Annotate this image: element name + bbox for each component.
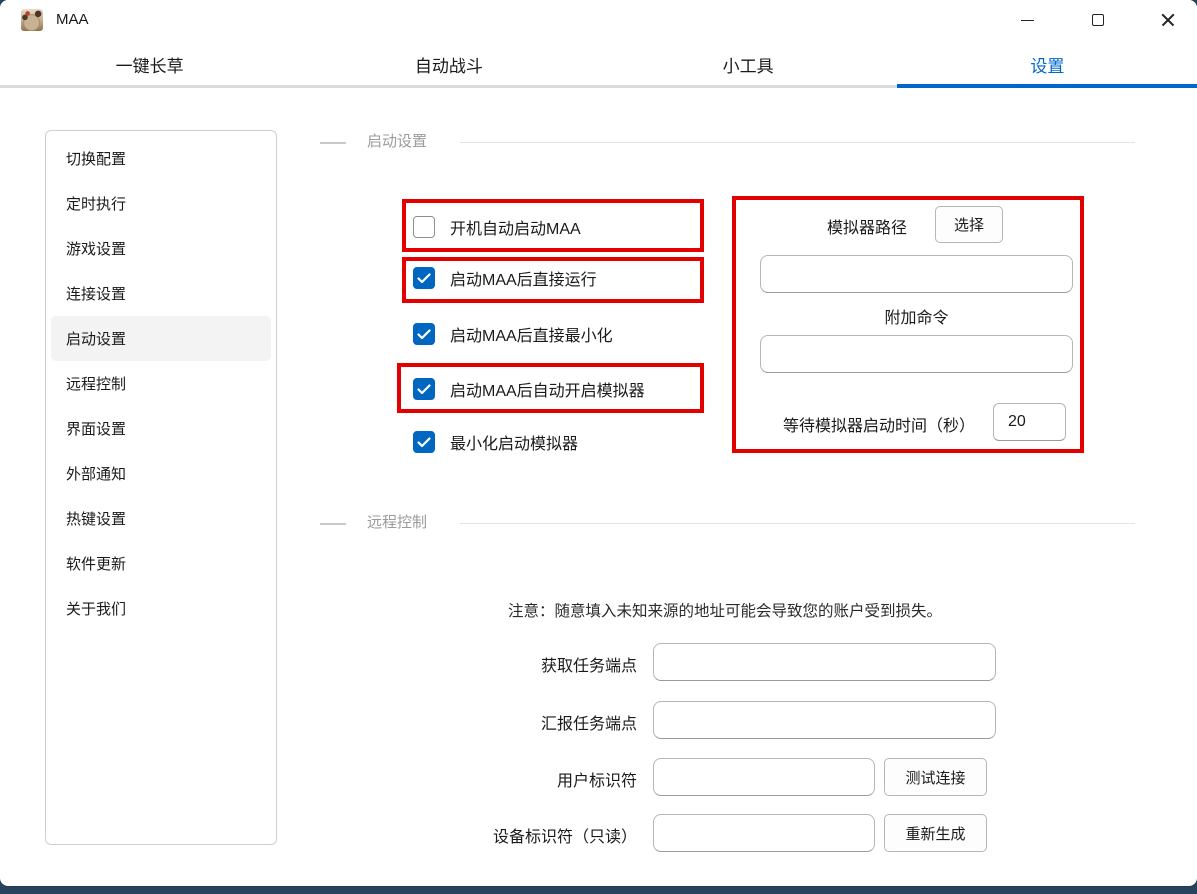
remote-control-warning: 注意：随意填入未知来源的地址可能会导致您的账户受到损失。 [310,599,1140,621]
checkbox-icon [413,267,435,289]
tab-farming[interactable]: 一键长草 [0,40,299,89]
close-icon [1161,13,1175,27]
get-task-endpoint-input[interactable] [653,643,996,681]
sidebar-item-hotkey-settings[interactable]: 热键设置 [51,496,271,541]
section-dash [320,523,346,525]
report-task-endpoint-input[interactable] [653,701,996,739]
section-rule [460,523,1135,524]
checkbox-label: 开机自动启动MAA [450,215,581,239]
sidebar-item-software-update[interactable]: 软件更新 [51,541,271,586]
get-task-endpoint-label: 获取任务端点 [420,652,637,676]
window-title: MAA [56,10,89,30]
sidebar-item-remote-control[interactable]: 远程控制 [51,361,271,406]
maximize-button[interactable] [1070,0,1125,40]
test-connection-button[interactable]: 测试连接 [884,758,987,796]
app-icon [21,9,43,31]
checkbox-label: 启动MAA后自动开启模拟器 [450,377,645,401]
emulator-wait-time-input[interactable] [993,403,1066,441]
minimize-icon [1021,20,1034,21]
choose-emulator-path-button[interactable]: 选择 [935,206,1003,243]
tab-tools[interactable]: 小工具 [599,40,898,89]
checkbox-icon [413,323,435,345]
emulator-path-label: 模拟器路径 [827,214,907,238]
section-header-remote: 远程控制 [310,513,1140,533]
checkbox-run-directly[interactable]: 启动MAA后直接运行 [413,266,597,290]
device-identifier-input[interactable] [653,814,875,852]
checkbox-auto-start-emulator[interactable]: 启动MAA后自动开启模拟器 [413,377,645,401]
tab-bar: 一键长草 自动战斗 小工具 设置 [0,40,1197,89]
regenerate-button[interactable]: 重新生成 [884,814,987,852]
checkbox-label: 启动MAA后直接最小化 [450,322,613,346]
emulator-wait-time-label: 等待模拟器启动时间（秒） [735,412,975,436]
minimize-button[interactable] [1000,0,1055,40]
report-task-endpoint-label: 汇报任务端点 [420,710,637,734]
tab-underline-active [897,84,1197,88]
section-rule [460,142,1135,143]
checkbox-minimized-emulator[interactable]: 最小化启动模拟器 [413,430,578,454]
sidebar-item-startup-settings[interactable]: 启动设置 [51,316,271,361]
title-bar: MAA [0,0,1197,40]
checkbox-autostart-maa[interactable]: 开机自动启动MAA [413,215,581,239]
checkbox-icon [413,378,435,400]
sidebar-item-switch-config[interactable]: 切换配置 [51,136,271,181]
app-window: MAA 一键长草 自动战斗 小工具 设置 切换配置 定时执行 游戏设置 连接设置… [0,0,1197,886]
checkbox-label: 启动MAA后直接运行 [450,266,597,290]
section-dash [320,142,346,144]
emulator-path-input[interactable] [760,255,1073,293]
sidebar-item-ui-settings[interactable]: 界面设置 [51,406,271,451]
user-identifier-label: 用户标识符 [420,767,637,791]
sidebar-item-connection-settings[interactable]: 连接设置 [51,271,271,316]
user-identifier-input[interactable] [653,758,875,796]
section-title-remote: 远程控制 [367,513,427,533]
maximize-icon [1092,14,1104,26]
checkbox-label: 最小化启动模拟器 [450,430,578,454]
close-button[interactable] [1140,0,1195,40]
settings-sidebar: 切换配置 定时执行 游戏设置 连接设置 启动设置 远程控制 界面设置 外部通知 … [45,130,277,845]
tab-underline-inactive [0,85,897,88]
section-title-startup: 启动设置 [367,132,427,152]
extra-command-label: 附加命令 [760,304,1073,328]
sidebar-item-external-notifications[interactable]: 外部通知 [51,451,271,496]
tab-copilot[interactable]: 自动战斗 [299,40,598,89]
checkbox-icon [413,216,435,238]
sidebar-item-scheduled-tasks[interactable]: 定时执行 [51,181,271,226]
section-header-startup: 启动设置 [310,132,1140,152]
tab-settings[interactable]: 设置 [898,40,1197,89]
sidebar-item-about-us[interactable]: 关于我们 [51,586,271,631]
sidebar-item-game-settings[interactable]: 游戏设置 [51,226,271,271]
extra-command-input[interactable] [760,335,1073,373]
checkbox-minimize-directly[interactable]: 启动MAA后直接最小化 [413,322,613,346]
device-identifier-label: 设备标识符（只读） [420,823,637,847]
checkbox-icon [413,431,435,453]
